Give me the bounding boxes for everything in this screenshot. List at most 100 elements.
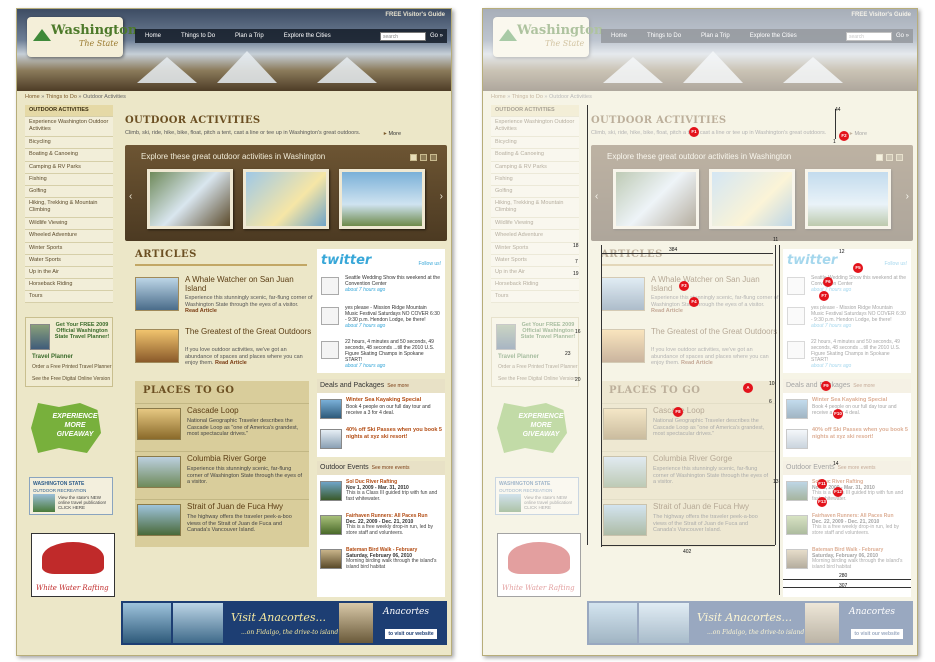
sidebar-item-horseback[interactable]: Horseback Riding [25, 279, 113, 292]
rafting-ad[interactable]: White Water Rafting [31, 533, 115, 597]
dimension-label: 280 [839, 573, 848, 579]
twitter-logo[interactable]: twitter [321, 253, 371, 268]
site-header: Washington The State FREE Visitor's Guid… [17, 9, 451, 91]
place-item[interactable]: Strait of Juan de Fuca Hwy The highway o… [135, 499, 309, 543]
sidebar-item-experience[interactable]: Experience Washington Outdoor Activities [25, 117, 113, 138]
deal-item[interactable]: 40% off Ski Passes when you book 5 night… [320, 427, 444, 455]
order-planner-link[interactable]: Order a Free Printed Travel Planner [32, 364, 112, 370]
breadcrumb-things[interactable]: Things to Do [46, 94, 77, 100]
event-item[interactable]: Fairhaven Runners: All Paces Run Dec. 22… [320, 513, 444, 541]
carousel-photo-hiking[interactable] [147, 169, 233, 229]
place-item[interactable]: Columbia River Gorge Experience this stu… [135, 451, 309, 495]
dimension-label: 11 [773, 237, 779, 243]
breadcrumb-home[interactable]: Home [25, 94, 40, 100]
annotation-marker: F6 [823, 277, 833, 287]
nav-plan-a-trip[interactable]: Plan a Trip [225, 33, 274, 39]
activity-carousel: Explore these great outdoor activities i… [125, 145, 447, 241]
carousel-photo-windsurf[interactable] [243, 169, 329, 229]
tweet-avatar [321, 277, 339, 295]
sidebar-item-tours[interactable]: Tours [25, 291, 113, 304]
article-item[interactable]: The Greatest of the Great Outdoors If yo… [135, 327, 315, 377]
event-item[interactable]: Sol Duc River Rafting Nov 1, 2009 - Mar.… [320, 479, 444, 507]
place-title[interactable]: Strait of Juan de Fuca Hwy [187, 502, 283, 511]
sidebar-item-hiking[interactable]: Hiking, Trekking & Mountain Climbing [25, 198, 113, 219]
place-title[interactable]: Columbia River Gorge [187, 454, 266, 463]
carousel-photo-balloons[interactable] [339, 169, 425, 229]
sidebar-item-camping[interactable]: Camping & RV Parks [25, 161, 113, 174]
nav-home[interactable]: Home [135, 33, 171, 39]
sidebar-item-water[interactable]: Water Sports [25, 254, 113, 267]
carousel-prev-arrow-icon[interactable]: ‹ [129, 191, 132, 202]
deal-item[interactable]: Winter Sea Kayaking Special Book 4 peopl… [320, 397, 444, 425]
sidebar-item-boating[interactable]: Boating & Canoeing [25, 149, 113, 162]
deals-see-more-link[interactable]: See more [387, 383, 409, 389]
annotation-marker: A [743, 383, 753, 393]
more-link[interactable]: ▸ More [384, 130, 401, 137]
read-article-link[interactable]: Read Article [215, 360, 247, 366]
outdoor-recreation-ad[interactable]: WASHINGTON STATE OUTDOOR RECREATION View… [29, 477, 113, 515]
deal-title[interactable]: Winter Sea Kayaking Special [346, 397, 444, 404]
travel-planner-promo[interactable]: Get Your FREE 2009 Official Washington S… [25, 317, 113, 387]
dimension-label: 12 [839, 249, 845, 255]
place-title[interactable]: Cascade Loop [187, 406, 239, 415]
breadcrumb-separator: » [78, 94, 82, 100]
tweet-text: yes please - Mission Ridge Mountain Musi… [345, 305, 441, 329]
article-item[interactable]: A Whale Watcher on San Juan Island Exper… [135, 275, 315, 325]
tweet-time[interactable]: about 7 hours ago [345, 323, 385, 329]
breadcrumb-separator: » [41, 94, 45, 100]
carousel-next-arrow-icon[interactable]: › [440, 191, 443, 202]
dimension-label: 307 [839, 583, 848, 589]
sidebar-item-fishing[interactable]: Fishing [25, 173, 113, 186]
breadcrumb: Home » Things to Do » Outdoor Activities [25, 94, 126, 100]
annotated-page-panel: Washington The State FREE Visitor's Guid… [482, 8, 918, 656]
article-title[interactable]: A Whale Watcher on San Juan Island [185, 275, 315, 293]
digital-planner-link[interactable]: See the Free Digital Online Version [32, 376, 112, 382]
tweet-time[interactable]: about 7 hours ago [345, 287, 385, 293]
carousel-page-dot[interactable] [430, 154, 437, 161]
events-see-more-link[interactable]: See more events [372, 465, 410, 471]
carousel-page-dot[interactable] [410, 154, 417, 161]
read-article-link[interactable]: Read Article [185, 308, 217, 314]
search-input[interactable]: search [379, 31, 426, 41]
nav-explore-cities[interactable]: Explore the Cities [274, 33, 341, 39]
article-title[interactable]: The Greatest of the Great Outdoors [185, 327, 311, 336]
sidebar-item-outdoor-activities[interactable]: OUTDOOR ACTIVITIES [25, 105, 113, 118]
annotation-marker: F5 [853, 263, 863, 273]
sidebar-item-golfing[interactable]: Golfing [25, 185, 113, 199]
sidebar-item-wildlife[interactable]: Wildlife Viewing [25, 218, 113, 231]
tweet-item: yes please - Mission Ridge Mountain Musi… [321, 305, 443, 335]
banner-visit-button[interactable]: to visit our website [385, 629, 437, 639]
twitter-follow-link[interactable]: Follow us! [418, 261, 441, 267]
event-thumbnail [320, 515, 342, 535]
carousel-pager [410, 154, 437, 161]
tweet-time[interactable]: about 7 hours ago [345, 363, 385, 369]
nav-things-to-do[interactable]: Things to Do [171, 33, 225, 39]
dimension-line [601, 545, 775, 546]
banner-brand: Anacortes [383, 607, 429, 617]
events-heading: Outdoor EventsSee more events [317, 461, 445, 475]
event-item[interactable]: Bateman Bird Walk - February Saturday, F… [320, 547, 444, 575]
place-desc: The highway offers the traveler peek-a-b… [187, 514, 292, 533]
dimension-line [601, 253, 773, 254]
outdoor-ad-desc: View the state's NEW online travel publi… [58, 495, 107, 510]
sidebar-item-bicycling[interactable]: Bicycling [25, 137, 113, 150]
promo-planner-label: Travel Planner [32, 354, 74, 360]
dimension-label: 10 [769, 381, 775, 387]
search-go-button[interactable]: Go » [426, 33, 447, 39]
deals-heading-text: Deals and Packages [320, 382, 385, 389]
places-heading: PLACES TO GO [143, 385, 235, 396]
place-item[interactable]: Cascade Loop National Geographic Travele… [135, 403, 309, 447]
sidebar-item-air[interactable]: Up in the Air [25, 266, 113, 280]
sidebar-item-winter[interactable]: Winter Sports [25, 242, 113, 255]
sidebar-item-wheeled[interactable]: Wheeled Adventure [25, 230, 113, 243]
articles-divider [135, 264, 307, 266]
visitor-guide-link[interactable]: FREE Visitor's Guide [385, 12, 445, 18]
giveaway-badge[interactable]: EXPERIENCE MORE GIVEAWAY [31, 403, 101, 453]
tweet-text: Seattle Wedding Show this weekend at the… [345, 275, 441, 293]
site-logo[interactable]: Washington The State [27, 17, 137, 57]
carousel-page-dot[interactable] [420, 154, 427, 161]
anacortes-banner[interactable]: Visit Anacortes... ...on Fidalgo, the dr… [121, 601, 447, 645]
tweet-item: 22 hours, 4 minutes and 50 seconds, 49 s… [321, 339, 443, 369]
deal-title[interactable]: 40% off Ski Passes when you book 5 night… [346, 427, 444, 440]
dimension-label: 20 [575, 377, 581, 383]
